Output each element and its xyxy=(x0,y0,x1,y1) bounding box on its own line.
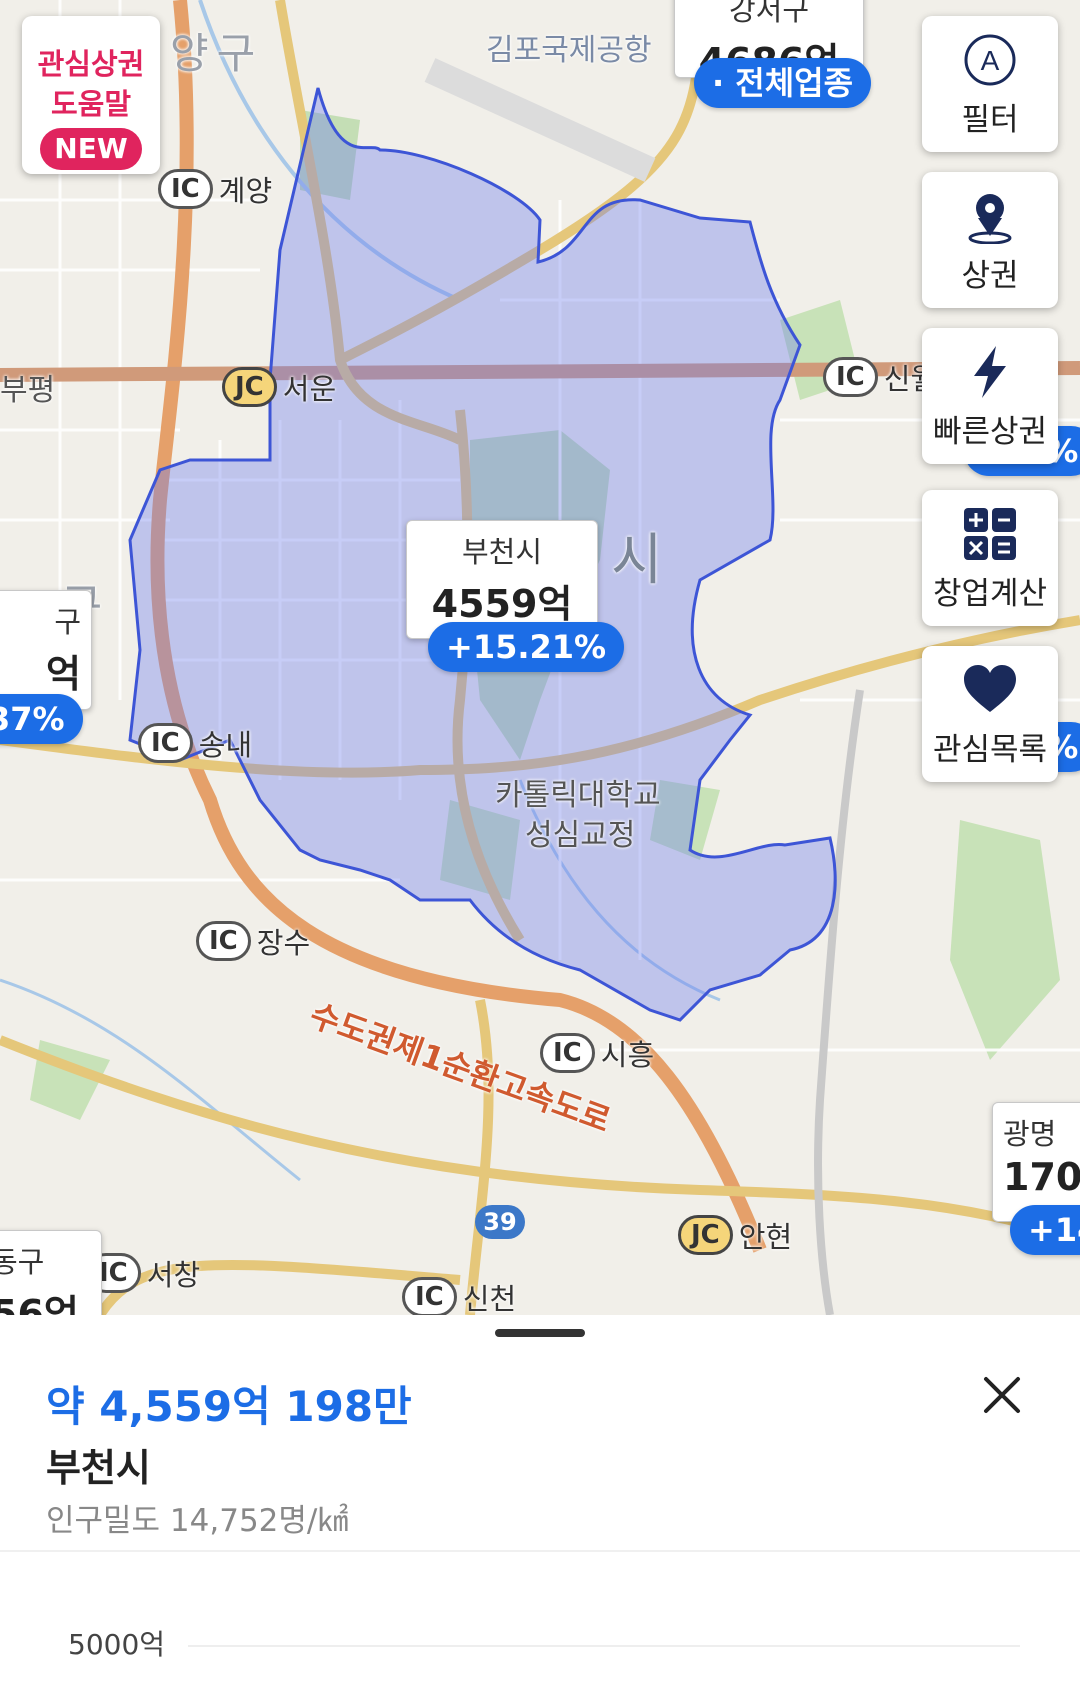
location-person-icon xyxy=(968,194,1012,244)
region-change-left[interactable]: 37% xyxy=(0,694,83,744)
interchange-anhyeon: JC 안현 xyxy=(678,1214,792,1256)
bottom-sheet: 약 4,559억 198만 부천시 인구밀도 14,752명/㎢ 5000억 xyxy=(0,1315,1080,1686)
route-39-marker: 39 xyxy=(475,1205,525,1239)
map-view[interactable]: 양구 구 부천시 김포국제공항 카톨릭대학교 성심교정 수도권제1순환고속도로 … xyxy=(0,0,1080,1315)
interchange-sinwol: IC 신월 xyxy=(823,356,937,398)
region-sales: 170 xyxy=(1003,1155,1080,1199)
filter-button[interactable]: A 필터 xyxy=(922,16,1058,152)
region-sales: 4559억 xyxy=(431,582,573,626)
region-name: 구 xyxy=(54,605,81,639)
interchange-gyeyang: IC 계양 xyxy=(158,168,272,210)
chart-y-tick: 5000억 xyxy=(68,1628,166,1661)
quick-trade-area-label: 빠른상권 xyxy=(932,414,1048,450)
auto-a-icon: A xyxy=(964,34,1016,86)
city-name: 부천시 xyxy=(46,1446,151,1490)
calculator-icon xyxy=(964,508,1016,560)
favorites-button[interactable]: 관심목록 xyxy=(922,646,1058,782)
filter-label: 필터 xyxy=(961,102,1019,138)
region-card-namdong[interactable]: 동구 56억 xyxy=(0,1230,102,1315)
population-density: 인구밀도 14,752명/㎢ xyxy=(46,1503,349,1539)
help-title-line2: 도움말 xyxy=(50,87,132,121)
district-watermark-left: 양구 xyxy=(170,29,264,78)
dot-icon: · xyxy=(712,64,736,102)
favorites-label: 관심목록 xyxy=(932,732,1048,768)
interchange-siheung: IC 시흥 xyxy=(540,1032,654,1074)
interchange-songnae: IC 송내 xyxy=(138,722,252,764)
divider xyxy=(0,1550,1080,1552)
region-sales: 56억 xyxy=(0,1292,79,1315)
help-title-line1: 관심상권 xyxy=(37,47,145,81)
svg-text:A: A xyxy=(981,45,1000,76)
trade-area-button[interactable]: 상권 xyxy=(922,172,1058,308)
help-card[interactable]: 관심상권 도움말 NEW xyxy=(22,16,160,174)
trade-area-label: 상권 xyxy=(961,258,1019,294)
new-badge: NEW xyxy=(40,128,142,170)
industry-filter-pill[interactable]: · 전체업종 xyxy=(694,58,872,108)
region-card-left[interactable]: 구 억 xyxy=(0,590,92,710)
interchange-jangsu: IC 장수 xyxy=(196,920,310,962)
drag-handle[interactable] xyxy=(495,1329,585,1337)
airport-label: 김포국제공항 xyxy=(486,33,652,68)
startup-calc-button[interactable]: 창업계산 xyxy=(922,490,1058,626)
region-change-gwangmyeong[interactable]: +14 xyxy=(1010,1205,1080,1255)
region-name: 부천시 xyxy=(461,535,543,569)
left-area-label: 부평 xyxy=(0,373,56,408)
total-sales: 약 4,559억 198만 xyxy=(46,1382,412,1431)
region-name: 강서구 xyxy=(728,0,810,27)
close-icon[interactable] xyxy=(978,1371,1026,1419)
interchange-sincheon: IC 신천 xyxy=(402,1276,516,1315)
chart-gridline xyxy=(188,1645,1020,1647)
region-change-bucheon[interactable]: +15.21% xyxy=(428,622,625,672)
interchange-seochang: IC 서창 xyxy=(86,1252,200,1294)
quick-trade-area-button[interactable]: 빠른상권 xyxy=(922,328,1058,464)
region-name: 광명 xyxy=(1003,1117,1057,1151)
region-sales: 억 xyxy=(46,652,81,696)
lightning-icon xyxy=(974,346,1006,398)
interchange-seoun: JC 서운 xyxy=(222,366,336,408)
university-label-1: 카톨릭대학교 xyxy=(495,778,661,813)
region-card-gwangmyeong[interactable]: 광명 170 xyxy=(992,1102,1080,1222)
startup-calc-label: 창업계산 xyxy=(932,576,1048,612)
university-label-2: 성심교정 xyxy=(525,818,636,853)
heart-icon xyxy=(964,665,1016,712)
region-name: 동구 xyxy=(0,1245,45,1279)
